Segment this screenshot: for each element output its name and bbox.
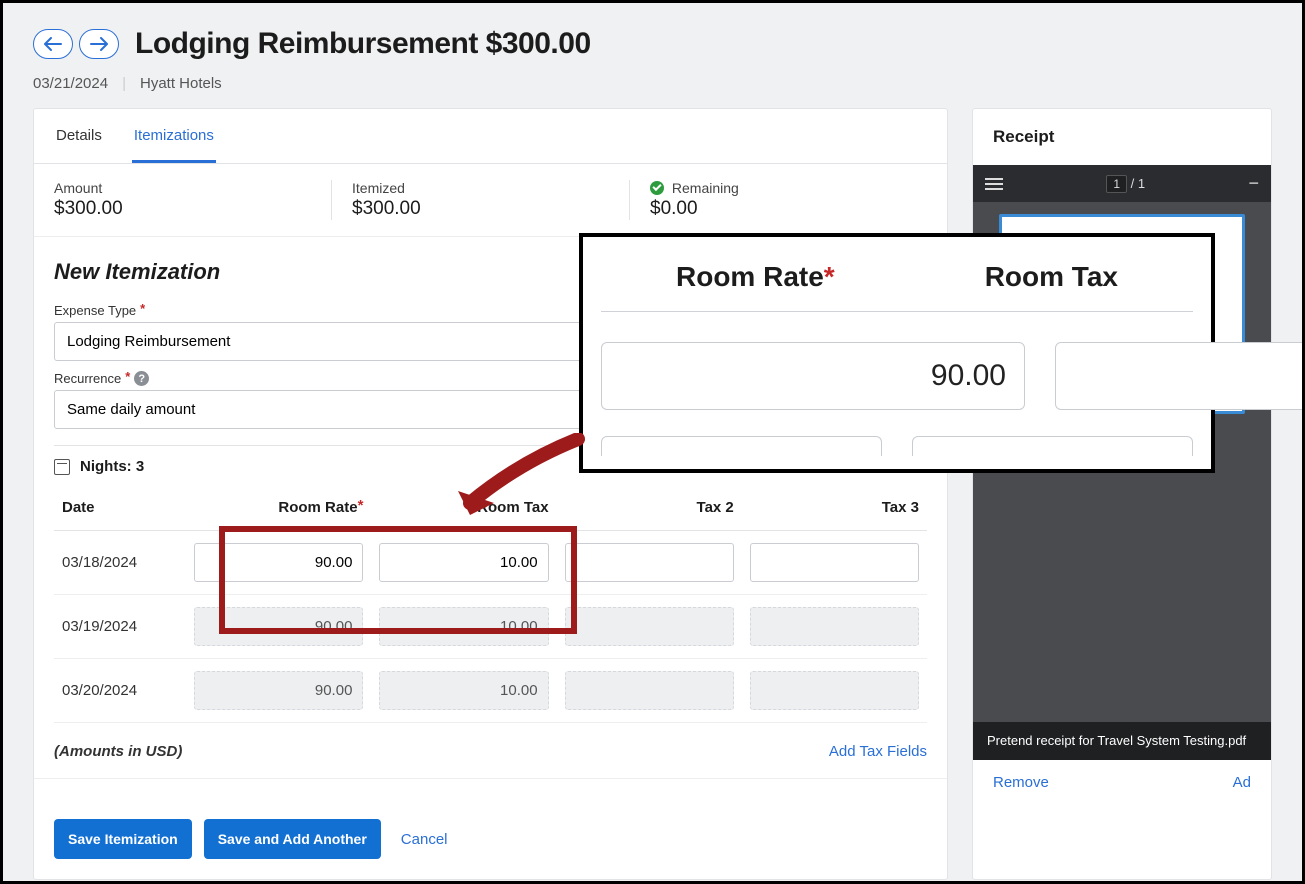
- room-rate-input: [194, 671, 363, 710]
- nights-label: Nights: 3: [80, 458, 144, 475]
- table-row: 03/19/2024: [54, 595, 927, 659]
- tax2-input: [565, 607, 734, 646]
- callout-room-rate-input[interactable]: [601, 342, 1025, 410]
- callout-room-tax-input[interactable]: [1055, 342, 1305, 410]
- room-rate-input: [194, 607, 363, 646]
- check-icon: [650, 181, 664, 195]
- main-card: Details Itemizations Amount $300.00 Item…: [33, 108, 948, 880]
- receipt-panel: Receipt 1 / 1 − 1 Pretend receipt for Tr…: [972, 108, 1272, 880]
- tax2-input: [565, 671, 734, 710]
- arrow-right-icon: [90, 37, 108, 51]
- row-date: 03/19/2024: [54, 595, 186, 659]
- itemized-value: $300.00: [352, 198, 609, 220]
- table-row: 03/20/2024: [54, 659, 927, 723]
- page-title: Lodging Reimbursement $300.00: [135, 27, 591, 61]
- cancel-button[interactable]: Cancel: [393, 821, 456, 858]
- itemized-label: Itemized: [352, 180, 609, 196]
- pdf-caption: Pretend receipt for Travel System Testin…: [973, 722, 1271, 760]
- tax2-input[interactable]: [565, 543, 734, 582]
- divider: |: [122, 75, 126, 92]
- receipt-add-button[interactable]: Ad: [1229, 770, 1255, 795]
- amount-value: $300.00: [54, 198, 311, 220]
- nights-table: Date Room Rate* Room Tax Tax 2 Tax 3 03/…: [54, 485, 927, 723]
- receipt-title: Receipt: [973, 109, 1271, 165]
- tab-details[interactable]: Details: [54, 109, 104, 163]
- nav-prev-button[interactable]: [33, 29, 73, 59]
- callout-room-tax-label: Room Tax: [985, 261, 1118, 293]
- header-vendor: Hyatt Hotels: [140, 75, 222, 92]
- arrow-left-icon: [44, 37, 62, 51]
- row-date: 03/18/2024: [54, 531, 186, 595]
- remaining-value: $0.00: [650, 198, 907, 220]
- help-icon[interactable]: ?: [134, 371, 149, 386]
- row-date: 03/20/2024: [54, 659, 186, 723]
- room-rate-input[interactable]: [194, 543, 363, 582]
- col-tax3: Tax 3: [742, 485, 927, 531]
- room-tax-input[interactable]: [379, 543, 548, 582]
- remaining-label: Remaining: [650, 180, 907, 196]
- tax3-input[interactable]: [750, 543, 919, 582]
- save-add-another-button[interactable]: Save and Add Another: [204, 819, 381, 859]
- room-tax-input: [379, 671, 548, 710]
- callout-stub: [912, 436, 1193, 456]
- callout-stub: [601, 436, 882, 456]
- pdf-page-indicator: 1 / 1: [1106, 176, 1145, 191]
- col-room-rate: Room Rate*: [186, 485, 371, 531]
- tax3-input: [750, 671, 919, 710]
- zoom-out-icon[interactable]: −: [1248, 173, 1259, 194]
- amount-label: Amount: [54, 180, 311, 196]
- amounts-note: (Amounts in USD): [54, 743, 182, 760]
- col-tax2: Tax 2: [557, 485, 742, 531]
- hamburger-icon[interactable]: [985, 183, 1003, 185]
- receipt-remove-button[interactable]: Remove: [989, 770, 1053, 795]
- tab-itemizations[interactable]: Itemizations: [132, 109, 216, 163]
- add-tax-fields-link[interactable]: Add Tax Fields: [829, 743, 927, 760]
- callout-room-rate-label: Room Rate*: [676, 261, 835, 293]
- callout-box: Room Rate* Room Tax: [579, 233, 1215, 473]
- table-row: 03/18/2024: [54, 531, 927, 595]
- nav-next-button[interactable]: [79, 29, 119, 59]
- calendar-icon: [54, 459, 70, 475]
- tax3-input: [750, 607, 919, 646]
- header-date: 03/21/2024: [33, 75, 108, 92]
- save-itemization-button[interactable]: Save Itemization: [54, 819, 192, 859]
- col-room-tax: Room Tax: [371, 485, 556, 531]
- room-tax-input: [379, 607, 548, 646]
- col-date: Date: [54, 485, 186, 531]
